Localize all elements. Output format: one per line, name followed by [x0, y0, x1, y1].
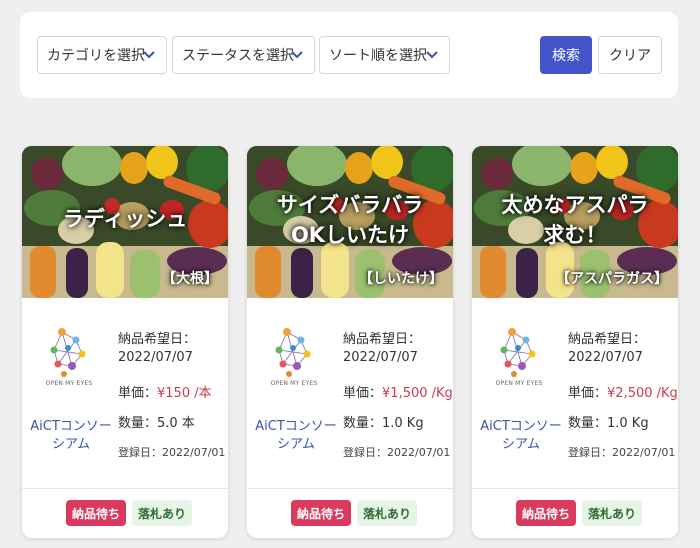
bid-badge: 落札あり: [132, 500, 192, 526]
registered-date: 登録日：2022/07/01: [568, 446, 676, 459]
card-tag: 【大根】: [162, 271, 218, 287]
sort-select[interactable]: ソート順を選択: [319, 36, 450, 74]
product-image[interactable]: ラディッシュ 【大根】: [22, 146, 228, 298]
price-value: ¥1,500 /Kg: [382, 386, 453, 401]
unit-price: 単価：¥150 /本: [118, 382, 212, 401]
logo-text: OPEN MY EYES: [495, 380, 543, 387]
status-badge: 納品待ち: [516, 500, 576, 526]
delivery-date: 2022/07/07: [343, 350, 418, 365]
status-badge: 納品待ち: [291, 500, 351, 526]
organization-link[interactable]: AiCTコンソー シアム: [255, 418, 337, 454]
bid-badge: 落札あり: [582, 500, 642, 526]
search-button[interactable]: 検索: [540, 36, 592, 74]
bid-badge: 落札あり: [357, 500, 417, 526]
price-value: ¥2,500 /Kg: [607, 386, 678, 401]
open-my-eyes-logo: [275, 328, 311, 377]
card-tag: 【しいたけ】: [359, 271, 443, 287]
quantity: 数量：1.0 Kg: [343, 416, 424, 431]
price-label: 単価：: [568, 386, 608, 401]
price-value: ¥150 /本: [157, 386, 212, 401]
status-select-label: ステータスを選択: [182, 48, 294, 64]
card-title: サイズバラバラ OKしいたけ: [247, 190, 453, 250]
org-line-2: シアム: [276, 437, 316, 452]
delivery-date: 2022/07/07: [118, 350, 193, 365]
category-select[interactable]: カテゴリを選択: [37, 36, 167, 74]
filter-bar: カテゴリを選択 ステータスを選択 ソート順を選択 検索 クリア: [20, 12, 678, 98]
category-select-label: カテゴリを選択: [47, 48, 145, 64]
open-my-eyes-logo: [500, 328, 536, 377]
logo-text: OPEN MY EYES: [270, 380, 318, 387]
status-select[interactable]: ステータスを選択: [172, 36, 315, 74]
card-tag: 【アスパラガス】: [556, 271, 668, 287]
delivery-date-label: 納品希望日：: [118, 332, 197, 347]
quantity: 数量：5.0 本: [118, 416, 195, 431]
quantity: 数量：1.0 Kg: [568, 416, 649, 431]
org-line-2: シアム: [501, 437, 541, 452]
card-title-line: サイズバラバラ: [276, 193, 424, 217]
product-card[interactable]: サイズバラバラ OKしいたけ 【しいたけ】 OPEN MY EYES AiCTコン…: [247, 146, 453, 538]
card-title-line: 太めなアスパラ: [501, 193, 649, 217]
sort-select-label: ソート順を選択: [329, 48, 427, 64]
card-divider: [22, 488, 228, 489]
chevron-down-icon: [143, 51, 155, 59]
delivery-date: 2022/07/07: [568, 350, 643, 365]
price-label: 単価：: [118, 386, 158, 401]
delivery-date-label: 納品希望日：: [568, 332, 647, 347]
chevron-down-icon: [291, 51, 303, 59]
delivery-date-label: 納品希望日：: [343, 332, 422, 347]
organization-link[interactable]: AiCTコンソー シアム: [30, 418, 112, 454]
product-card[interactable]: 太めなアスパラ 求む！ 【アスパラガス】 OPEN MY EYES AiCTコンソ…: [472, 146, 678, 538]
logo-text: OPEN MY EYES: [45, 380, 93, 387]
org-line-1: AiCTコンソー: [30, 419, 112, 434]
card-title: ラディッシュ: [22, 204, 228, 234]
organization-link[interactable]: AiCTコンソー シアム: [480, 418, 562, 454]
clear-button[interactable]: クリア: [598, 36, 662, 74]
card-title-line: 求む！: [543, 223, 607, 247]
card-title-line: OKしいたけ: [290, 223, 410, 247]
status-badge: 納品待ち: [66, 500, 126, 526]
registered-date: 登録日：2022/07/01: [118, 446, 226, 459]
product-image[interactable]: 太めなアスパラ 求む！ 【アスパラガス】: [472, 146, 678, 298]
chevron-down-icon: [426, 51, 438, 59]
card-divider: [472, 488, 678, 489]
org-line-1: AiCTコンソー: [255, 419, 337, 434]
price-label: 単価：: [343, 386, 383, 401]
card-divider: [247, 488, 453, 489]
card-title: 太めなアスパラ 求む！: [472, 190, 678, 250]
unit-price: 単価：¥1,500 /Kg: [343, 382, 453, 401]
product-image[interactable]: サイズバラバラ OKしいたけ 【しいたけ】: [247, 146, 453, 298]
unit-price: 単価：¥2,500 /Kg: [568, 382, 678, 401]
product-card[interactable]: ラディッシュ 【大根】 OPEN MY EYES AiCTコンソー シアム 納品…: [22, 146, 228, 538]
card-title-line: ラディッシュ: [62, 207, 188, 231]
registered-date: 登録日：2022/07/01: [343, 446, 451, 459]
org-line-2: シアム: [51, 437, 91, 452]
open-my-eyes-logo: [50, 328, 86, 377]
org-line-1: AiCTコンソー: [480, 419, 562, 434]
